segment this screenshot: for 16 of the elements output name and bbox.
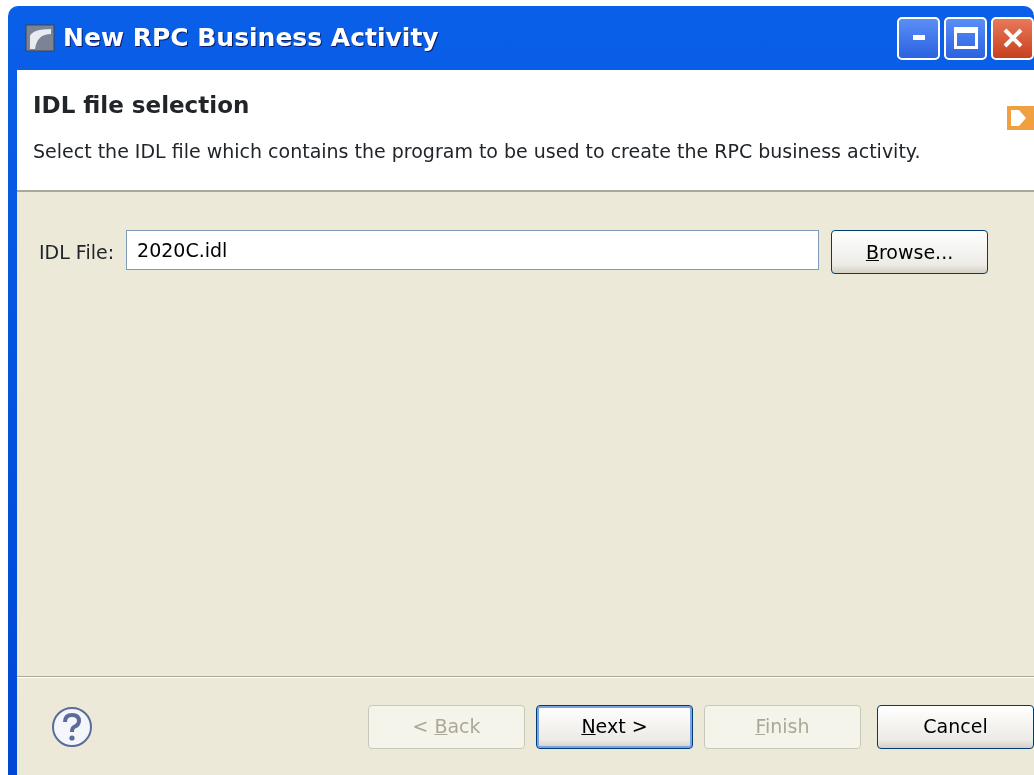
page-description: Select the IDL file which contains the program to be used to create the RPC business activity.: [33, 138, 922, 164]
close-button[interactable]: [991, 16, 1034, 60]
minimize-button[interactable]: [897, 16, 940, 60]
field-label: IDL File:: [39, 240, 115, 265]
maximize-icon: [953, 27, 978, 49]
minimize-icon: [912, 35, 925, 41]
window-title: New RPC Business Activity: [63, 22, 439, 55]
close-icon: [1001, 27, 1024, 49]
cancel-button[interactable]: Cancel: [877, 704, 1034, 749]
next-button[interactable]: Next >: [536, 704, 693, 749]
maximize-button[interactable]: [944, 16, 987, 60]
help-icon[interactable]: [51, 705, 93, 748]
browse-button[interactable]: Browse...: [831, 230, 989, 274]
idl-file-field[interactable]: 2020C.idl: [126, 230, 820, 270]
page-title: IDL file selection: [33, 91, 250, 120]
app-icon: [25, 24, 55, 52]
